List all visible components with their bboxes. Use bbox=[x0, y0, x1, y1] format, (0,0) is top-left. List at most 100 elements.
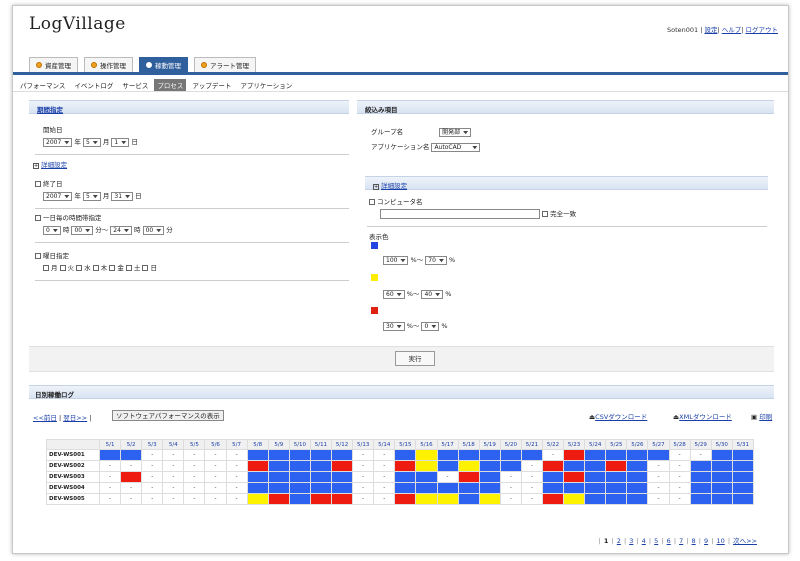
activity-cell[interactable] bbox=[584, 482, 607, 494]
page-link[interactable]: 9 bbox=[704, 537, 708, 545]
start-day-select[interactable]: 1 bbox=[111, 137, 130, 147]
page-link[interactable]: 7 bbox=[679, 537, 683, 545]
activity-cell[interactable] bbox=[457, 482, 480, 494]
activity-cell[interactable] bbox=[605, 460, 628, 472]
date-header[interactable]: 5/7 bbox=[225, 439, 248, 450]
activity-cell[interactable] bbox=[731, 449, 754, 461]
activity-cell[interactable] bbox=[731, 460, 754, 472]
csv-link[interactable]: CSVダウンロード bbox=[595, 413, 647, 421]
activity-cell[interactable]: - bbox=[436, 471, 459, 483]
date-header[interactable]: 5/15 bbox=[394, 439, 417, 450]
computer-name[interactable]: DEV-WS003 bbox=[46, 471, 100, 483]
sat-checkbox[interactable] bbox=[125, 265, 132, 271]
start-hour-select[interactable]: 0 bbox=[43, 225, 61, 235]
date-header[interactable]: 5/31 bbox=[731, 439, 754, 450]
start-month-select[interactable]: 5 bbox=[82, 137, 101, 147]
activity-cell[interactable]: - bbox=[689, 449, 712, 461]
app-select[interactable]: AutoCAD bbox=[431, 142, 481, 152]
end-date-check[interactable]: 終了日 bbox=[35, 178, 63, 188]
activity-cell[interactable]: - bbox=[162, 449, 185, 461]
activity-cell[interactable]: - bbox=[520, 493, 543, 505]
end-date-checkbox[interactable] bbox=[35, 181, 41, 187]
end-year-select[interactable]: 2007 bbox=[43, 191, 73, 201]
activity-cell[interactable]: - bbox=[352, 493, 375, 505]
date-header[interactable]: 5/26 bbox=[626, 439, 649, 450]
activity-cell[interactable] bbox=[584, 460, 607, 472]
subnav-performance[interactable]: パフォーマンス bbox=[17, 79, 68, 91]
end-hour-select[interactable]: 24 bbox=[110, 225, 132, 235]
end-month-select[interactable]: 5 bbox=[82, 191, 101, 201]
group-select[interactable]: 開発部 bbox=[439, 127, 472, 137]
activity-cell[interactable] bbox=[499, 449, 522, 461]
activity-cell[interactable] bbox=[309, 493, 333, 505]
activity-cell[interactable] bbox=[626, 460, 649, 472]
daily-time-check[interactable]: 一日毎の時間帯指定 bbox=[35, 212, 102, 222]
activity-cell[interactable] bbox=[394, 449, 417, 461]
activity-cell[interactable]: - bbox=[647, 482, 670, 494]
activity-cell[interactable]: - bbox=[141, 460, 164, 472]
activity-cell[interactable]: - bbox=[120, 460, 143, 472]
activity-cell[interactable] bbox=[605, 482, 628, 494]
subnav-service[interactable]: サービス bbox=[119, 79, 151, 91]
tab-alerts[interactable]: アラート管理 bbox=[194, 57, 256, 72]
activity-cell[interactable]: - bbox=[668, 482, 691, 494]
activity-cell[interactable] bbox=[436, 460, 459, 472]
date-header[interactable]: 5/4 bbox=[162, 439, 185, 450]
activity-cell[interactable] bbox=[120, 471, 143, 483]
activity-cell[interactable] bbox=[288, 449, 311, 461]
activity-cell[interactable] bbox=[689, 482, 712, 494]
activity-cell[interactable] bbox=[478, 471, 501, 483]
activity-cell[interactable]: - bbox=[98, 471, 122, 483]
activity-cell[interactable] bbox=[626, 449, 649, 461]
date-header[interactable]: 5/12 bbox=[331, 439, 354, 450]
activity-cell[interactable] bbox=[626, 471, 649, 483]
daily-time-checkbox[interactable] bbox=[35, 215, 41, 221]
activity-cell[interactable] bbox=[584, 449, 607, 461]
date-header[interactable]: 5/14 bbox=[373, 439, 396, 450]
activity-cell[interactable] bbox=[731, 482, 754, 494]
activity-cell[interactable]: - bbox=[668, 449, 691, 461]
detail-link[interactable]: 詳細設定 bbox=[381, 182, 407, 190]
activity-cell[interactable]: - bbox=[141, 449, 164, 461]
weekday-check[interactable]: 曜日指定 bbox=[35, 250, 69, 260]
computer-name[interactable]: DEV-WS001 bbox=[46, 449, 100, 461]
activity-cell[interactable] bbox=[563, 471, 586, 483]
activity-cell[interactable] bbox=[267, 449, 290, 461]
activity-cell[interactable] bbox=[605, 471, 628, 483]
activity-cell[interactable]: - bbox=[352, 482, 375, 494]
page-link[interactable]: 6 bbox=[667, 537, 671, 545]
activity-cell[interactable] bbox=[520, 449, 543, 461]
activity-cell[interactable]: - bbox=[647, 471, 670, 483]
date-header[interactable]: 5/24 bbox=[584, 439, 607, 450]
activity-cell[interactable] bbox=[309, 449, 333, 461]
subnav-application[interactable]: アプリケーション bbox=[237, 79, 295, 91]
activity-cell[interactable] bbox=[689, 471, 712, 483]
activity-cell[interactable] bbox=[98, 449, 122, 461]
activity-cell[interactable] bbox=[563, 460, 586, 472]
red-to-select[interactable]: 0 bbox=[421, 321, 440, 331]
activity-cell[interactable]: - bbox=[204, 482, 227, 494]
date-header[interactable]: 5/2 bbox=[120, 439, 143, 450]
activity-cell[interactable] bbox=[626, 493, 649, 505]
activity-cell[interactable] bbox=[288, 460, 311, 472]
date-header[interactable]: 5/6 bbox=[204, 439, 227, 450]
activity-cell[interactable]: - bbox=[141, 471, 164, 483]
activity-cell[interactable] bbox=[689, 460, 712, 472]
date-header[interactable]: 5/30 bbox=[710, 439, 733, 450]
start-year-select[interactable]: 2007 bbox=[43, 137, 73, 147]
date-header[interactable]: 5/28 bbox=[668, 439, 691, 450]
activity-cell[interactable] bbox=[626, 482, 649, 494]
activity-cell[interactable] bbox=[541, 482, 565, 494]
yellow-from-select[interactable]: 60 bbox=[383, 289, 405, 299]
activity-cell[interactable] bbox=[436, 449, 459, 461]
settings-link[interactable]: 設定 bbox=[704, 26, 717, 34]
activity-cell[interactable] bbox=[605, 449, 628, 461]
activity-cell[interactable]: - bbox=[541, 449, 565, 461]
activity-cell[interactable] bbox=[246, 482, 269, 494]
activity-cell[interactable]: - bbox=[162, 493, 185, 505]
activity-cell[interactable]: - bbox=[352, 449, 375, 461]
date-header[interactable]: 5/21 bbox=[520, 439, 543, 450]
activity-cell[interactable] bbox=[288, 493, 311, 505]
activity-cell[interactable] bbox=[415, 482, 438, 494]
activity-cell[interactable]: - bbox=[183, 482, 206, 494]
